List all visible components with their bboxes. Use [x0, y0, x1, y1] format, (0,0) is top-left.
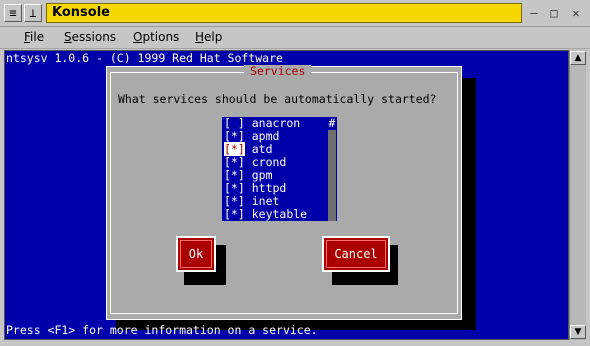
scroll-up-icon[interactable]: ▲ — [570, 51, 586, 65]
service-name: anacron — [251, 116, 301, 130]
ok-button[interactable]: Ok — [176, 236, 216, 272]
menu-file[interactable]: File — [24, 28, 44, 46]
service-name: inet — [251, 194, 280, 208]
maximize-icon[interactable]: □ — [546, 5, 562, 21]
service-name: atd — [251, 142, 273, 156]
terminal-scrollbar[interactable] — [569, 50, 586, 340]
window-menu-icon[interactable]: ≡ — [4, 4, 22, 22]
service-checkbox[interactable]: [*] — [224, 155, 245, 169]
service-checkbox[interactable]: [*] — [224, 142, 245, 156]
service-checkbox[interactable]: [ ] — [224, 116, 245, 130]
menu-options[interactable]: Options — [133, 28, 179, 46]
service-checkbox[interactable]: [*] — [224, 168, 245, 182]
service-name: keytable — [251, 207, 308, 221]
dialog-prompt: What services should be automatically st… — [118, 92, 437, 106]
service-checkbox[interactable]: [*] — [224, 207, 245, 221]
service-name: httpd — [251, 181, 287, 195]
terminal-header: ntsysv 1.0.6 - (C) 1999 Red Hat Software — [6, 51, 283, 65]
service-checkbox[interactable]: [*] — [224, 181, 245, 195]
status-line: Press <F1> for more information on a ser… — [6, 323, 318, 337]
service-name: gpm — [251, 168, 273, 182]
scroll-down-icon[interactable]: ▼ — [570, 325, 586, 339]
close-icon[interactable]: ✕ — [568, 5, 584, 21]
title-highlight — [46, 3, 522, 23]
minimize-icon[interactable]: – — [526, 5, 542, 21]
service-name: apmd — [251, 129, 280, 143]
pin-icon[interactable]: ⊥ — [24, 4, 42, 22]
menu-help[interactable]: Help — [195, 28, 222, 46]
service-row[interactable]: [*] keytable — [224, 208, 307, 221]
cancel-button[interactable]: Cancel — [322, 236, 390, 272]
list-scroll-marker: # — [328, 116, 336, 130]
service-checkbox[interactable]: [*] — [224, 194, 245, 208]
dialog-title: Services — [244, 65, 312, 78]
window-title: Konsole — [52, 5, 110, 20]
service-name: crond — [251, 155, 287, 169]
service-checkbox[interactable]: [*] — [224, 129, 245, 143]
menu-sessions[interactable]: Sessions — [64, 28, 116, 46]
list-scrollbar[interactable] — [328, 117, 336, 221]
